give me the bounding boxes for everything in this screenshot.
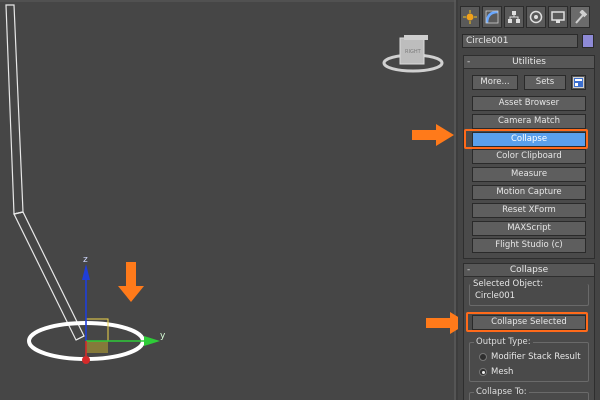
collapse-title: Collapse (509, 265, 549, 275)
utility-button-collapse[interactable]: Collapse (472, 131, 586, 147)
object-color-swatch[interactable] (582, 34, 594, 48)
configure-sets-button[interactable] (571, 75, 586, 90)
sun-icon (463, 10, 477, 24)
utility-button-color-clipboard[interactable]: Color Clipboard (472, 149, 586, 165)
tab-display[interactable] (548, 6, 568, 28)
tab-hierarchy[interactable] (504, 6, 524, 28)
output-type-label: Output Type: (474, 337, 533, 347)
command-panel-tabs (460, 6, 598, 30)
utilities-rollout-header[interactable]: - Utilities (464, 56, 594, 69)
utility-button-flight-studio-c[interactable]: Flight Studio (c) (472, 238, 586, 254)
prism-object[interactable] (5, 4, 85, 341)
utilities-title: Utilities (512, 57, 546, 67)
hierarchy-icon (508, 11, 520, 23)
sets-button[interactable]: Sets (524, 75, 566, 90)
utility-button-motion-capture[interactable]: Motion Capture (472, 185, 586, 200)
utilities-rollout: - Utilities More... Sets Asset Browser Ca… (463, 55, 595, 259)
modify-icon (485, 10, 499, 24)
utility-button-camera-match[interactable]: Camera Match (472, 113, 586, 129)
option-label-modifier-stack-result: Modifier Stack Result (491, 352, 581, 362)
object-name-field[interactable]: Circle001 (462, 34, 578, 48)
output-type-group: Output Type: Modifier Stack Result Mesh (469, 337, 589, 382)
configure-icon (573, 77, 584, 88)
app-window: z y RIGHT Circle001 - Utilities More... … (0, 0, 600, 400)
selected-object-label: Selected Object: (473, 279, 544, 289)
hammer-icon (575, 10, 587, 24)
collapse-selected-button[interactable]: Collapse Selected (472, 315, 586, 330)
utility-button-reset-xform[interactable]: Reset XForm (472, 202, 586, 218)
collapse-to-group: Collapse To: (469, 387, 589, 400)
viewcube[interactable]: RIGHT (382, 35, 444, 73)
tab-modify[interactable] (482, 6, 502, 28)
viewport-scene: z y RIGHT (0, 0, 456, 364)
viewcube-label: RIGHT (405, 49, 422, 55)
transform-gizmo[interactable] (82, 264, 160, 364)
collapse-rollout: - Collapse Selected Object: Circle001 Co… (463, 263, 595, 400)
more-button[interactable]: More... (472, 75, 518, 90)
display-icon (551, 11, 565, 23)
utility-button-maxscript[interactable]: MAXScript (472, 220, 586, 236)
selected-object-value: Circle001 (475, 291, 516, 301)
tab-motion[interactable] (526, 6, 546, 28)
utility-button-asset-browser[interactable]: Asset Browser (472, 96, 586, 111)
viewport[interactable]: z y RIGHT (0, 0, 456, 400)
collapse-to-label: Collapse To: (474, 387, 529, 397)
z-axis-label: z (83, 255, 88, 265)
rollout-collapse-toggle[interactable]: - (467, 56, 470, 68)
collapse-rollout-header[interactable]: - Collapse (464, 264, 594, 277)
rollout-collapse-toggle[interactable]: - (467, 264, 470, 276)
selected-object-group: Selected Object: Circle001 (469, 279, 589, 306)
motion-icon (529, 10, 543, 24)
tab-utilities[interactable] (570, 6, 590, 28)
tab-create[interactable] (460, 6, 480, 28)
utility-button-measure[interactable]: Measure (472, 167, 586, 183)
radio-mesh[interactable] (479, 368, 487, 376)
command-panel: Circle001 - Utilities More... Sets Asset… (458, 0, 600, 400)
radio-modifier-stack-result[interactable] (479, 353, 487, 361)
option-label-mesh: Mesh (491, 367, 514, 377)
y-axis-label: y (160, 331, 166, 341)
